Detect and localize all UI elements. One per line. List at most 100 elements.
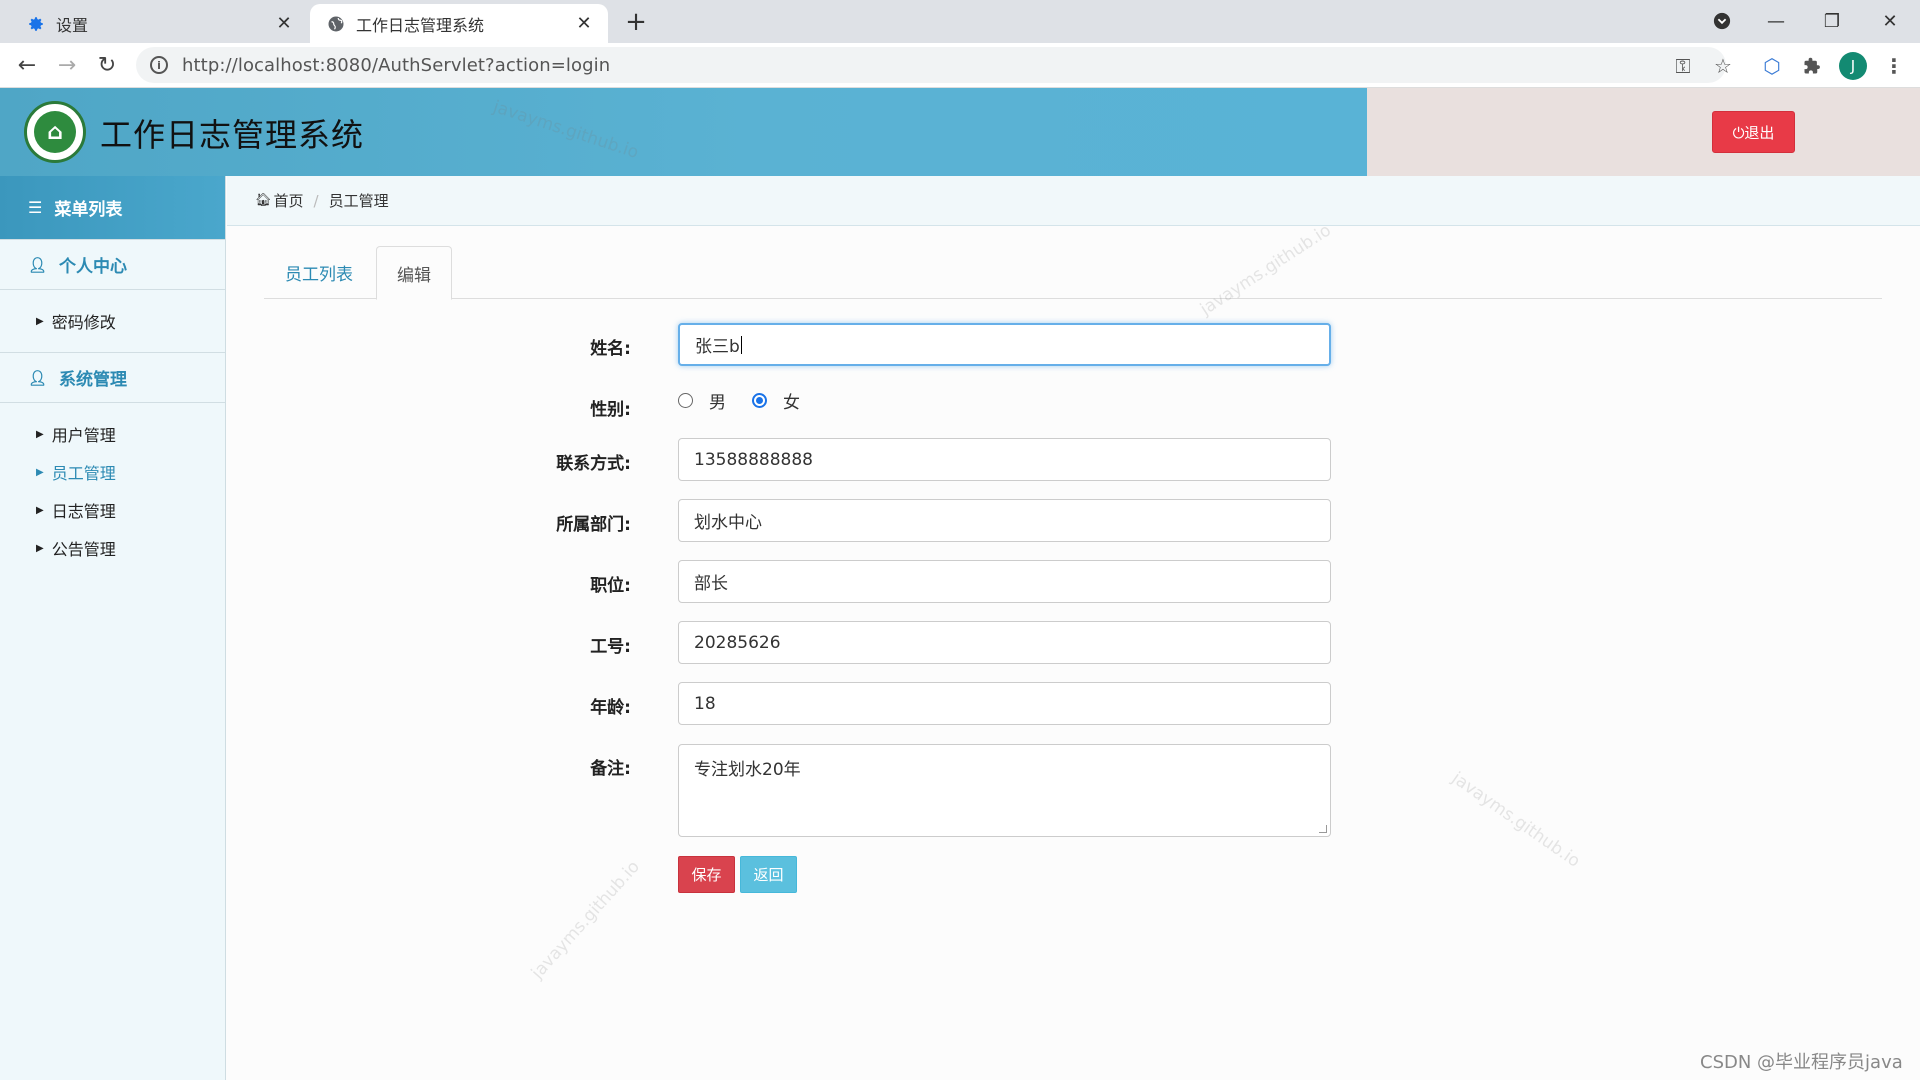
- close-icon[interactable]: ✕: [574, 13, 594, 34]
- forward-arrow-icon[interactable]: →: [52, 50, 82, 80]
- site-info-icon[interactable]: i: [150, 56, 168, 74]
- extension-hex-icon[interactable]: ⬡: [1758, 52, 1786, 80]
- save-button[interactable]: 保存: [678, 856, 735, 893]
- contact-field[interactable]: 13588888888: [678, 438, 1331, 481]
- browser-tab-app[interactable]: 工作日志管理系统 ✕: [310, 4, 608, 43]
- app-header: ⌂ 工作日志管理系统 ⏻退出: [0, 88, 1920, 176]
- caret-right-icon: ▶: [36, 466, 44, 478]
- sidebar-group-label: 系统管理: [59, 370, 128, 390]
- university-logo: ⌂: [24, 101, 86, 163]
- profile-avatar[interactable]: J: [1839, 52, 1867, 80]
- breadcrumb-current: 员工管理: [328, 192, 389, 210]
- sidebar-item-employees[interactable]: ▶ 员工管理: [0, 453, 225, 491]
- window-close-icon[interactable]: ✕: [1874, 6, 1906, 36]
- address-bar[interactable]: i http://localhost:8080/AuthServlet?acti…: [136, 47, 1726, 83]
- name-field[interactable]: 张三b: [678, 323, 1331, 366]
- sidebar-header: ☰ 菜单列表: [0, 176, 225, 239]
- tab-label: 设置: [56, 15, 89, 35]
- content-tabs: 员工列表 编辑: [264, 246, 1882, 300]
- kebab-menu-icon[interactable]: ⋮: [1880, 52, 1908, 80]
- text-cursor: [740, 335, 742, 354]
- gender-male-label: 男: [709, 393, 726, 413]
- name-value: 张三b: [695, 337, 740, 357]
- csdn-credit: CSDN @毕业程序员java: [1700, 1052, 1903, 1073]
- gear-icon: [26, 14, 46, 34]
- browser-toolbar: ← → ↻ i http://localhost:8080/AuthServle…: [0, 43, 1920, 88]
- gender-female-label: 女: [783, 393, 800, 413]
- resize-handle-icon[interactable]: [1319, 825, 1327, 833]
- remarks-label: 备注:: [590, 759, 631, 779]
- puzzle-icon[interactable]: [1798, 52, 1826, 80]
- contact-label: 联系方式:: [556, 454, 631, 474]
- close-icon[interactable]: ✕: [274, 13, 294, 34]
- browser-tabstrip: 设置 ✕ 工作日志管理系统 ✕ + — ❐ ✕: [0, 0, 1920, 43]
- remarks-textarea[interactable]: 专注划水20年: [678, 744, 1331, 837]
- list-icon: ☰: [28, 198, 43, 217]
- sidebar-item-notices[interactable]: ▶ 公告管理: [0, 529, 225, 567]
- tab-employee-list[interactable]: 员工列表: [264, 246, 374, 299]
- tab-label: 工作日志管理系统: [356, 15, 485, 35]
- gender-label: 性别:: [590, 400, 631, 420]
- globe-icon: [326, 14, 346, 34]
- logout-button[interactable]: ⏻退出: [1712, 111, 1795, 153]
- sidebar: ☰ 菜单列表 👤︎ 个人中心 ▶ 密码修改 👤︎ 系统管理 ▶ 用户管理 ▶ 员…: [0, 176, 226, 1080]
- gender-female-radio[interactable]: [752, 393, 767, 408]
- header-banner: ⌂ 工作日志管理系统: [0, 88, 1367, 176]
- restore-icon[interactable]: ❐: [1816, 6, 1848, 36]
- sidebar-item-label: 用户管理: [51, 426, 116, 445]
- reload-icon[interactable]: ↻: [92, 50, 122, 80]
- sidebar-group-personal[interactable]: 👤︎ 个人中心: [0, 239, 225, 290]
- gender-male-radio[interactable]: [678, 393, 693, 408]
- age-field[interactable]: 18: [678, 682, 1331, 725]
- remarks-value: 专注划水20年: [694, 760, 801, 780]
- watermark: javayms.github.io: [1447, 768, 1584, 872]
- employee-id-label: 工号:: [590, 637, 631, 657]
- sidebar-item-password[interactable]: ▶ 密码修改: [0, 302, 225, 340]
- app-title: 工作日志管理系统: [100, 116, 365, 154]
- breadcrumb-separator: /: [313, 191, 319, 210]
- tab-search-icon[interactable]: [1706, 6, 1738, 36]
- user-icon: 👤︎: [28, 255, 48, 274]
- sidebar-group-label: 个人中心: [59, 257, 128, 277]
- url-text: http://localhost:8080/AuthServlet?action…: [182, 54, 611, 76]
- position-field[interactable]: 部长: [678, 560, 1331, 603]
- back-button[interactable]: 返回: [740, 856, 797, 893]
- sidebar-item-label: 日志管理: [51, 502, 116, 521]
- position-label: 职位:: [590, 576, 631, 596]
- department-label: 所属部门:: [556, 515, 631, 535]
- age-label: 年龄:: [590, 698, 631, 718]
- caret-right-icon: ▶: [36, 315, 44, 327]
- breadcrumb: 🏠︎ 首页 / 员工管理: [227, 176, 1920, 226]
- department-value: 划水中心: [694, 513, 762, 533]
- sidebar-group-system[interactable]: 👤︎ 系统管理: [0, 352, 225, 403]
- tab-edit[interactable]: 编辑: [376, 246, 452, 300]
- contact-value: 13588888888: [694, 449, 813, 470]
- logo-emblem-icon: ⌂: [34, 111, 76, 153]
- gender-radio-group: 男 女: [678, 388, 826, 413]
- age-value: 18: [694, 693, 716, 714]
- employee-id-value: 20285626: [694, 632, 781, 653]
- sidebar-item-label: 公告管理: [51, 540, 116, 559]
- caret-right-icon: ▶: [36, 542, 44, 554]
- name-label: 姓名:: [590, 339, 631, 359]
- sidebar-item-users[interactable]: ▶ 用户管理: [0, 415, 225, 453]
- watermark: javayms.github.io: [527, 856, 644, 984]
- department-field[interactable]: 划水中心: [678, 499, 1331, 542]
- home-icon: 🏠︎: [255, 193, 272, 208]
- caret-right-icon: ▶: [36, 504, 44, 516]
- sidebar-item-label: 密码修改: [51, 313, 116, 332]
- breadcrumb-home[interactable]: 首页: [274, 190, 304, 211]
- position-value: 部长: [694, 574, 728, 594]
- sidebar-item-logs[interactable]: ▶ 日志管理: [0, 491, 225, 529]
- key-icon[interactable]: ⚿: [1669, 52, 1697, 80]
- employee-id-field[interactable]: 20285626: [678, 621, 1331, 664]
- browser-tab-settings[interactable]: 设置 ✕: [0, 4, 308, 43]
- bookmark-star-icon[interactable]: ☆: [1709, 52, 1737, 80]
- user-icon: 👤︎: [28, 368, 48, 387]
- sidebar-item-label: 员工管理: [51, 464, 116, 483]
- minimize-icon[interactable]: —: [1760, 6, 1792, 36]
- caret-right-icon: ▶: [36, 428, 44, 440]
- back-arrow-icon[interactable]: ←: [12, 50, 42, 80]
- new-tab-icon[interactable]: +: [622, 7, 650, 37]
- sidebar-title: 菜单列表: [54, 200, 123, 220]
